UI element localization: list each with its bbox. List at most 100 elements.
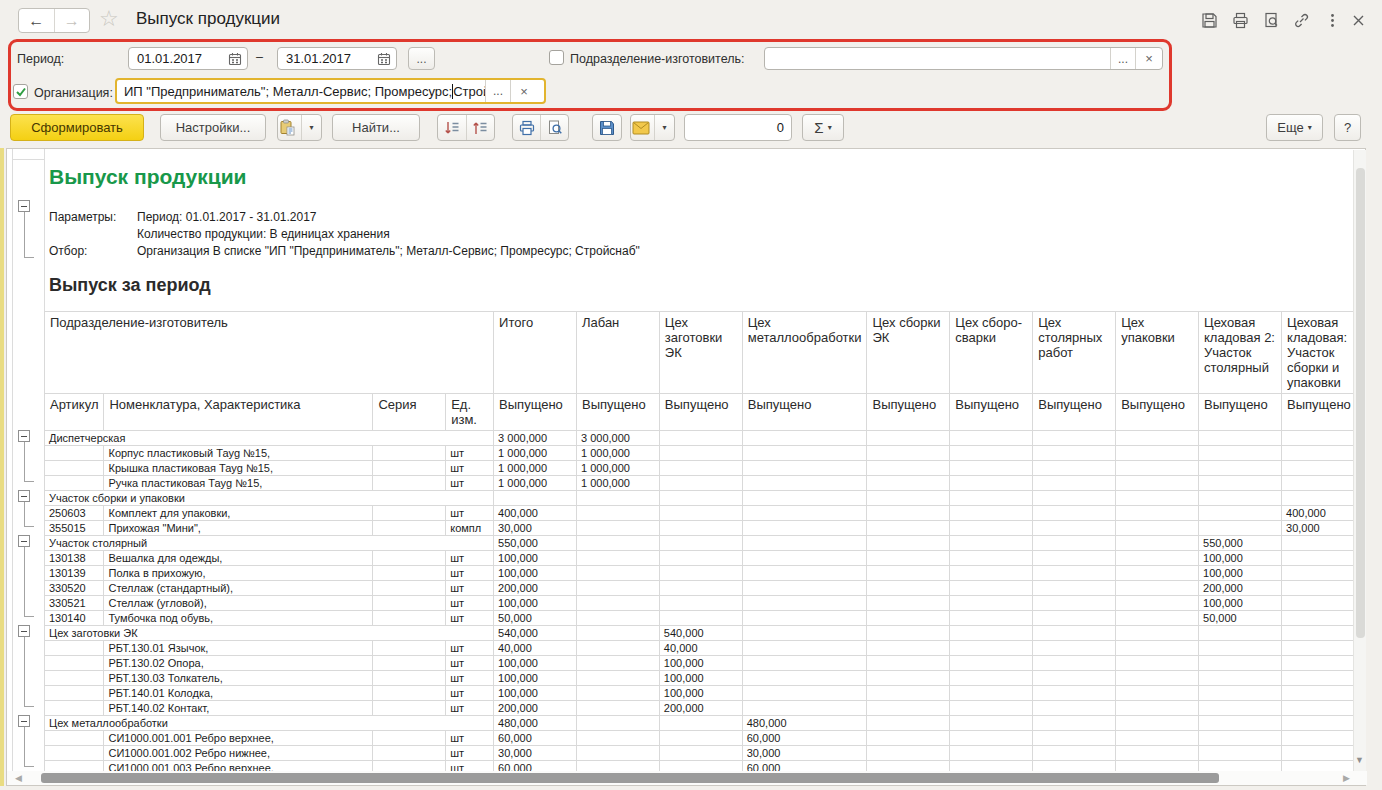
value-cell[interactable]: [867, 686, 950, 701]
value-header[interactable]: Выпущено: [494, 394, 577, 431]
value-cell[interactable]: [950, 626, 1033, 641]
group-name-cell[interactable]: Цех металлообработки: [45, 716, 494, 731]
value-cell[interactable]: 100,000: [494, 596, 577, 611]
dept-header[interactable]: Подразделение-изготовитель: [45, 312, 494, 394]
value-cell[interactable]: [1116, 551, 1199, 566]
group-name-cell[interactable]: Диспетчерская: [45, 431, 494, 446]
name-cell[interactable]: Ручка пластиковая Тауg №15,: [104, 476, 373, 491]
generate-button[interactable]: Сформировать: [10, 114, 144, 141]
value-cell[interactable]: [1199, 446, 1282, 461]
table-row[interactable]: СИ1000.001.001 Ребро верхнее,шт60,00060,…: [45, 731, 1365, 746]
value-cell[interactable]: [867, 716, 950, 731]
find-button[interactable]: Найти...: [332, 114, 420, 141]
column-header[interactable]: Цех металлообработки: [742, 312, 867, 394]
value-cell[interactable]: [1033, 641, 1116, 656]
value-cell[interactable]: [1199, 686, 1282, 701]
value-cell[interactable]: [1116, 701, 1199, 716]
value-cell[interactable]: [576, 671, 659, 686]
value-cell[interactable]: 40,000: [494, 641, 577, 656]
collapse-marker[interactable]: [18, 625, 30, 637]
value-cell[interactable]: [950, 446, 1033, 461]
value-cell[interactable]: [867, 431, 950, 446]
value-cell[interactable]: [576, 551, 659, 566]
value-cell[interactable]: [1199, 476, 1282, 491]
value-cell[interactable]: [1033, 731, 1116, 746]
value-cell[interactable]: [1116, 746, 1199, 761]
value-cell[interactable]: [1116, 626, 1199, 641]
table-row[interactable]: Корпус пластиковый Тауg №15,шт1 000,0001…: [45, 446, 1365, 461]
unit-cell[interactable]: шт: [446, 551, 494, 566]
article-cell[interactable]: [45, 686, 104, 701]
value-cell[interactable]: [576, 566, 659, 581]
horizontal-scrollbar[interactable]: ◀ ▶: [7, 771, 1367, 785]
value-cell[interactable]: 100,000: [494, 686, 577, 701]
value-cell[interactable]: [867, 506, 950, 521]
value-cell[interactable]: [1033, 656, 1116, 671]
value-cell[interactable]: 200,000: [494, 581, 577, 596]
value-cell[interactable]: [742, 446, 867, 461]
close-window-icon[interactable]: [1349, 11, 1369, 31]
value-cell[interactable]: [1199, 461, 1282, 476]
value-cell[interactable]: 100,000: [494, 551, 577, 566]
value-cell[interactable]: [1033, 431, 1116, 446]
column-header[interactable]: Цех столярных работ: [1033, 312, 1116, 394]
value-cell[interactable]: 480,000: [494, 716, 577, 731]
value-cell[interactable]: [659, 731, 742, 746]
value-cell[interactable]: [1199, 491, 1282, 506]
value-cell[interactable]: [742, 521, 867, 536]
name-cell[interactable]: СИ1000.001.001 Ребро верхнее,: [104, 731, 373, 746]
value-cell[interactable]: 30,000: [494, 746, 577, 761]
value-cell[interactable]: [576, 521, 659, 536]
table-row-group[interactable]: Цех заготовки ЭК540,000540,000: [45, 626, 1365, 641]
serial-cell[interactable]: [373, 521, 446, 536]
settings-button[interactable]: Настройки...: [160, 114, 266, 141]
preview-window-icon[interactable]: [1262, 11, 1282, 31]
name-cell[interactable]: РБТ.130.01 Язычок,: [104, 641, 373, 656]
article-cell[interactable]: [45, 641, 104, 656]
serial-cell[interactable]: [373, 731, 446, 746]
save-result-button[interactable]: [592, 114, 622, 141]
value-cell[interactable]: [1033, 566, 1116, 581]
table-row[interactable]: 330520Стеллаж (стандартный),шт200,000200…: [45, 581, 1365, 596]
value-cell[interactable]: 1 000,000: [494, 446, 577, 461]
value-cell[interactable]: [1116, 581, 1199, 596]
value-cell[interactable]: [742, 686, 867, 701]
value-cell[interactable]: [1033, 581, 1116, 596]
value-cell[interactable]: [659, 566, 742, 581]
value-cell[interactable]: [867, 626, 950, 641]
value-cell[interactable]: [1116, 506, 1199, 521]
column-header[interactable]: Лабан: [576, 312, 659, 394]
value-cell[interactable]: [742, 431, 867, 446]
value-cell[interactable]: [742, 701, 867, 716]
value-cell[interactable]: 1 000,000: [576, 461, 659, 476]
value-cell[interactable]: [867, 641, 950, 656]
value-cell[interactable]: [1199, 431, 1282, 446]
value-cell[interactable]: [576, 656, 659, 671]
scroll-down-icon[interactable]: ▼: [1355, 755, 1364, 765]
value-cell[interactable]: [659, 476, 742, 491]
serial-cell[interactable]: [373, 446, 446, 461]
value-cell[interactable]: [576, 686, 659, 701]
name-cell[interactable]: Стеллаж (стандартный),: [104, 581, 373, 596]
value-cell[interactable]: [742, 491, 867, 506]
value-cell[interactable]: 200,000: [494, 701, 577, 716]
name-cell[interactable]: Крышка пластиковая Тауg №15,: [104, 461, 373, 476]
value-cell[interactable]: [867, 611, 950, 626]
name-cell[interactable]: РБТ.140.02 Контакт,: [104, 701, 373, 716]
column-header[interactable]: Цех сборки ЭК: [867, 312, 950, 394]
serial-cell[interactable]: [373, 671, 446, 686]
org-checkbox[interactable]: [13, 84, 28, 99]
value-header[interactable]: Выпущено: [867, 394, 950, 431]
scroll-left-icon[interactable]: ◀: [15, 773, 22, 783]
value-cell[interactable]: [1033, 746, 1116, 761]
value-header[interactable]: Выпущено: [1033, 394, 1116, 431]
value-cell[interactable]: [576, 491, 659, 506]
name-cell[interactable]: Стеллаж (угловой),: [104, 596, 373, 611]
org-field[interactable]: ИП "Предприниматель"; Металл-Сервис; Про…: [115, 78, 546, 104]
value-cell[interactable]: [950, 461, 1033, 476]
value-cell[interactable]: [659, 431, 742, 446]
value-cell[interactable]: [1116, 716, 1199, 731]
value-cell[interactable]: [494, 491, 577, 506]
value-cell[interactable]: [950, 596, 1033, 611]
table-row[interactable]: 130140Тумбочка под обувь,шт50,00050,000: [45, 611, 1365, 626]
